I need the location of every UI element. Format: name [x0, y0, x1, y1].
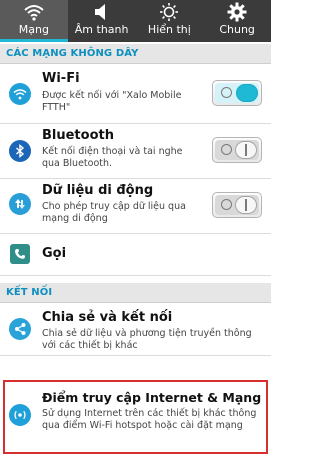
share-icon: [9, 318, 31, 340]
phone-icon: [10, 244, 30, 264]
row-subtitle: Chia sẻ dữ liệu và phương tiện truyền th…: [42, 328, 252, 339]
section-header-wireless: CÁC MẠNG KHÔNG DÂY: [0, 44, 271, 64]
toggle-track: [215, 195, 259, 215]
toggle-knob: [236, 84, 258, 102]
settings-row-call[interactable]: Gọi: [0, 234, 271, 276]
row-subtitle: Được kết nối với "Xalo Mobile: [42, 90, 182, 101]
tab-label: Hiển thị: [147, 23, 191, 36]
tab-network[interactable]: Mạng: [0, 0, 68, 42]
settings-row-bluetooth[interactable]: Bluetooth Kết nối điện thoại và tai nghe…: [0, 124, 271, 179]
row-title: Wi-Fi: [42, 71, 80, 86]
toggle-track: [215, 83, 259, 103]
tab-label: Âm thanh: [74, 23, 129, 36]
row-subtitle: mạng di động: [42, 213, 108, 224]
settings-row-share-connect[interactable]: Chia sẻ và kết nối Chia sẻ dữ liệu và ph…: [0, 304, 271, 356]
toggle-on-mark: [245, 199, 247, 211]
wifi-icon: [9, 83, 31, 105]
gear-icon: [226, 2, 248, 22]
section-title: KẾT NỐI: [6, 287, 53, 298]
row-title: Dữ liệu di động: [42, 183, 154, 198]
section-header-connect: KẾT NỐI: [0, 283, 271, 303]
row-subtitle: với các thiết bị khác: [42, 340, 138, 351]
row-title: Gọi: [42, 246, 67, 261]
tab-display[interactable]: Hiển thị: [136, 0, 204, 42]
section-title: CÁC MẠNG KHÔNG DÂY: [6, 48, 139, 59]
row-title: Chia sẻ và kết nối: [42, 310, 173, 325]
tab-general[interactable]: Chung: [203, 0, 271, 42]
wifi-toggle[interactable]: [212, 80, 262, 106]
settings-tab-bar: Mạng Âm thanh Hiển thị Chung: [0, 0, 271, 42]
tab-label: Chung: [219, 23, 255, 36]
row-subtitle: Kết nối điện thoại và tai nghe: [42, 146, 183, 157]
highlight-box: [3, 380, 268, 454]
settings-row-wifi[interactable]: Wi-Fi Được kết nối với "Xalo Mobile FTTH…: [0, 65, 271, 124]
toggle-track: [215, 140, 259, 160]
brightness-icon: [158, 2, 180, 22]
toggle-off-mark: [221, 144, 232, 155]
row-subtitle: Cho phép truy cập dữ liệu qua: [42, 201, 186, 212]
row-subtitle: FTTH": [42, 102, 71, 113]
bluetooth-toggle[interactable]: [212, 137, 262, 163]
toggle-on-mark: [245, 144, 247, 156]
wifi-icon: [23, 2, 45, 22]
bluetooth-icon: [9, 140, 31, 162]
mobile-data-icon: [9, 193, 31, 215]
row-title: Bluetooth: [42, 128, 114, 143]
speaker-icon: [91, 2, 113, 22]
toggle-knob: [235, 196, 257, 214]
row-subtitle: qua Bluetooth.: [42, 158, 113, 169]
tab-label: Mạng: [18, 23, 49, 36]
toggle-off-mark: [221, 87, 232, 98]
toggle-knob: [235, 141, 257, 159]
toggle-off-mark: [221, 199, 232, 210]
settings-row-mobile-data[interactable]: Dữ liệu di động Cho phép truy cập dữ liệ…: [0, 179, 271, 234]
tab-sound[interactable]: Âm thanh: [68, 0, 136, 42]
mobile-data-toggle[interactable]: [212, 192, 262, 218]
